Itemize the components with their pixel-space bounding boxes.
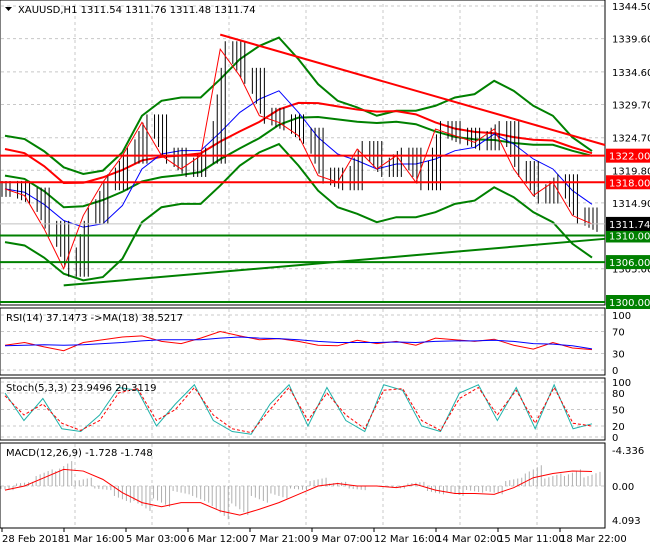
stoch-label: Stoch(5,3,3) 23.9496 20.3119 (6, 383, 157, 394)
rsi-tick-label: 30 (612, 350, 625, 361)
macd-tick-label: 0.00 (612, 482, 634, 493)
time-tick-label: 12 Mar 16:00 (374, 534, 441, 545)
level-tag-label: 1318.00 (609, 178, 650, 189)
time-tick-label: 15 Mar 11:00 (498, 534, 565, 545)
level-tag-label: 1322.00 (609, 152, 650, 163)
time-tick-label: 14 Mar 02:00 (436, 534, 503, 545)
rsi-ma-line (4, 336, 593, 350)
level-tag-label: 1300.00 (609, 298, 650, 309)
macd-tick-label: -4.336 (612, 446, 644, 457)
moving-average-mid (4, 115, 593, 209)
price-tick-label: 1329.70 (612, 100, 650, 111)
time-tick-label: 6 Mar 12:00 (188, 534, 248, 545)
current-price-label: 1311.74 (609, 220, 650, 231)
stoch-tick-label: 50 (612, 406, 625, 417)
stoch-tick-label: 20 (612, 422, 625, 433)
rsi-tick-label: 70 (612, 328, 625, 339)
stoch-tick-label: 80 (612, 389, 625, 400)
moving-average-slow (4, 101, 593, 185)
moving-average-fast (4, 90, 593, 228)
stoch-tick-label: 0 (612, 433, 618, 444)
dropdown-triangle-icon[interactable] (5, 7, 12, 11)
chart-window: 1344.50 1339.60 1334.60 1329.70 1324.70 1319.… (0, 0, 650, 550)
price-tick-label: 1339.60 (612, 35, 650, 46)
time-tick-label: 1 Mar 16:00 (64, 534, 124, 545)
level-tag-label: 1306.00 (609, 258, 650, 269)
time-tick-label: 18 Mar 22:00 (560, 534, 627, 545)
price-tick-label: 1314.90 (612, 199, 650, 210)
macd-label: MACD(12,26,9) -1.728 -1.748 (6, 448, 153, 459)
price-tick-label: 1344.50 (612, 2, 650, 13)
rsi-tick-label: 0 (612, 366, 618, 377)
level-tag-label: 1310.00 (609, 231, 650, 242)
price-tick-label: 1324.70 (612, 134, 650, 145)
resistance-trendline (219, 33, 606, 146)
rsi-tick-label: 100 (612, 311, 631, 322)
chart-canvas[interactable]: 1344.501339.601334.601329.701324.701319.… (0, 0, 650, 550)
stoch-tick-label: 100 (612, 378, 631, 389)
time-tick-label: 28 Feb 2018 (2, 534, 64, 545)
macd-signal-line (4, 468, 593, 516)
time-tick-label: 9 Mar 07:00 (312, 534, 372, 545)
symbol-header: XAUUSD,H1 1311.54 1311.76 1311.48 1311.7… (18, 5, 256, 16)
time-tick-label: 5 Mar 03:00 (126, 534, 186, 545)
bollinger-lower (4, 142, 593, 282)
macd-tick-label: 4.093 (612, 516, 641, 527)
time-tick-label: 7 Mar 21:00 (250, 534, 310, 545)
rsi-label: RSI(14) 37.1473 ->MA(18) 38.5217 (6, 313, 183, 324)
price-tick-label: 1334.60 (612, 68, 650, 79)
